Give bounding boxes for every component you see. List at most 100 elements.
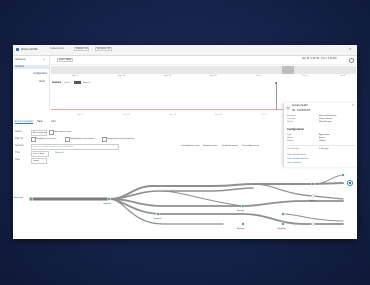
view-tabs: Event Correlation Table Grid [13, 120, 258, 127]
filter-panel: Issues All categories Hide minor issues … [13, 129, 259, 169]
timeline-header: Last 7 days Sep 26, 2:30 PM - Oct 3, 2:3… [50, 55, 357, 65]
tick-label: Sep 30 [215, 114, 222, 116]
overlapping-option[interactable]: Overlapping issues [181, 145, 200, 147]
desktop-background: { "header": { "title": "Azure ACNF", "na… [0, 0, 370, 285]
event-marker-line [276, 83, 277, 110]
segment-impact[interactable]: Impact [83, 82, 90, 84]
panel-row-label: Type [287, 134, 292, 136]
time-dropdown[interactable]: Last 7 days [31, 151, 49, 157]
graph-node [341, 173, 345, 177]
graph-node [281, 212, 285, 216]
node-label: Gateway [103, 203, 112, 205]
panel-subtitle: ID: 12345678 [292, 108, 311, 112]
node-label: Compute [153, 218, 162, 220]
filter-by-label: Filter by [15, 138, 24, 140]
tab-grid[interactable]: Grid [51, 120, 56, 123]
time-label: Time [15, 152, 21, 154]
chart-title: Issues [52, 80, 62, 84]
graph-node [311, 182, 315, 186]
panel-resource-icon [286, 106, 290, 110]
panel-row-label: Region [287, 140, 294, 142]
panel-row-value: Microsoft.Network [319, 115, 337, 117]
app-window: Azure ACNF Subscriptions Region: All Ser… [13, 45, 357, 239]
view-label: View [15, 159, 20, 161]
search-placeholder: Search and filter services in this ACNF … [33, 146, 74, 148]
panel-link-resource[interactable]: Go to resource [287, 162, 301, 164]
show-all-link[interactable]: Show all [55, 152, 63, 154]
panel-divider [287, 145, 355, 146]
graph-node [156, 212, 160, 216]
close-icon[interactable]: ✕ [349, 48, 352, 51]
brush-highlight [282, 66, 294, 74]
sidebar-item-services[interactable]: Services [13, 65, 49, 69]
graph-node-outline [311, 194, 315, 198]
segment-toggle[interactable] [74, 81, 81, 84]
cascading-option[interactable]: Cascading issues [242, 145, 259, 147]
timeline-brush[interactable] [51, 66, 356, 74]
graph-node [28, 196, 34, 202]
dependency-graph[interactable] [13, 166, 357, 239]
graph-node [107, 197, 111, 201]
node-label: Cache [309, 200, 316, 202]
nav-subscriptions[interactable]: Subscriptions [50, 47, 64, 50]
tick-label: Sep 28 [123, 114, 130, 116]
panel-section-title: Configuration [287, 128, 304, 131]
panel-row-label: Status [287, 137, 294, 139]
panel-row-label: Resource [287, 115, 297, 117]
services-label: Services [15, 145, 24, 147]
filter-option-1: Neighbors by service [36, 138, 57, 140]
graph-node-outline [311, 222, 315, 226]
filter-option-3: Dependencies by frequency [107, 138, 135, 140]
services-search-input[interactable]: Search and filter services in this ACNF … [31, 144, 119, 150]
node-label: Storage [237, 210, 245, 212]
hide-minor-label: Hide minor issues [54, 131, 72, 133]
duplicate-option[interactable]: Duplicate issues [222, 145, 238, 147]
panel-row-value: 2 min ago [319, 148, 329, 150]
panel-close-icon[interactable]: ✕ [352, 104, 354, 108]
filter-issues-label: Issues [15, 131, 22, 133]
panel-row-value: Status: Active [319, 118, 333, 120]
graph-node [241, 222, 245, 226]
panel-row-label: Last Refresh [287, 148, 300, 150]
dropdown-value: All categories [33, 132, 47, 134]
date-range-label: Sep 26, 2:30 PM - Oct 3, 2:30 PM [302, 58, 337, 60]
filter-issues-dropdown[interactable]: All categories [31, 130, 47, 136]
dropdown-value: Last 7 days [33, 153, 45, 155]
sidebar-item-all-events[interactable]: All Events [15, 58, 26, 61]
sidebar-item-configuration[interactable]: Configuration [33, 72, 47, 75]
node-label: Database [277, 228, 286, 230]
panel-row-value: Global [319, 140, 326, 142]
settings-icon[interactable] [349, 58, 354, 63]
app-logo-icon [16, 48, 19, 51]
tick-label: Sep 29 [169, 114, 176, 116]
panel-link-related[interactable]: View related events [287, 154, 306, 156]
event-marker-icon[interactable] [275, 82, 277, 84]
filter-option-2: Dependencies by volume [70, 138, 95, 140]
segment-count[interactable]: Count [64, 82, 70, 84]
tick-label: Sep 27 [77, 114, 84, 116]
tab-table[interactable]: Table [37, 120, 43, 123]
sidebar-item-label: Services [15, 65, 25, 68]
time-range-button[interactable]: Last 7 days [57, 58, 74, 63]
selected-node-core [348, 181, 352, 185]
tab-event-correlation[interactable]: Event Correlation [15, 120, 34, 125]
node-label: Network [237, 228, 245, 230]
details-panel: Service Health ID: 12345678 ✕ Resource M… [283, 103, 357, 167]
panel-row-label: Scope [287, 121, 294, 123]
graph-node [241, 204, 245, 208]
view-dropdown[interactable]: Graph [31, 158, 47, 164]
node-label: Service A [14, 197, 23, 199]
graph-node [281, 222, 285, 226]
sidebar-item-alerts[interactable]: Alerts [39, 80, 45, 83]
nav-services[interactable]: Services: All [95, 47, 113, 52]
sidebar-collapse-icon[interactable]: « [43, 58, 44, 62]
tick-label: Oct 1 [261, 114, 267, 116]
panel-link-dependencies[interactable]: View all dependencies [287, 158, 309, 160]
nav-region[interactable]: Region: All [74, 47, 90, 52]
panel-row-value: Active [319, 137, 325, 139]
app-title: Azure ACNF [21, 47, 38, 51]
dropdown-value: Graph [33, 160, 40, 162]
related-option[interactable]: Related issues [203, 145, 217, 147]
panel-row-value: Application [319, 134, 330, 136]
sidebar: All Events « Services Configuration Aler… [13, 55, 50, 108]
